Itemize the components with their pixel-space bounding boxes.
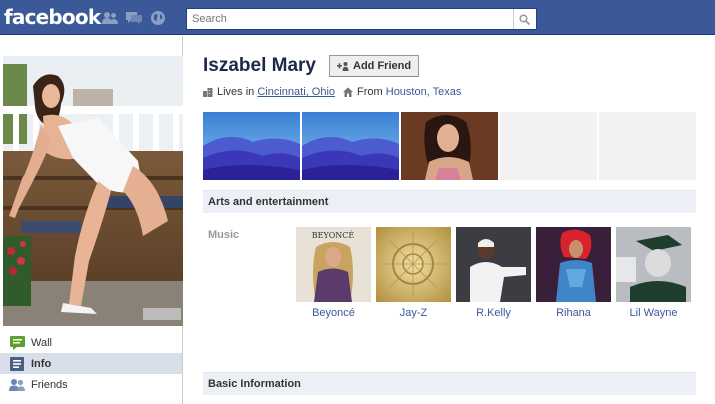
music-thumbnail[interactable]: BEYONCÉ <box>296 227 371 302</box>
profile-nav: Wall Info Friends <box>0 332 182 395</box>
sidebar-item-wall[interactable]: Wall <box>0 332 182 353</box>
photo-placeholder <box>500 112 597 180</box>
info-icon <box>9 356 25 371</box>
notification-jewels <box>101 9 167 26</box>
notifications-globe-icon[interactable] <box>149 9 167 26</box>
music-thumbnail[interactable] <box>536 227 611 302</box>
sidebar-item-friends[interactable]: Friends <box>0 374 182 395</box>
music-item-lil-wayne[interactable]: Lil Wayne <box>616 227 691 319</box>
photo-thumbnail[interactable] <box>203 112 300 180</box>
search-input[interactable] <box>187 9 513 29</box>
music-thumbnail[interactable] <box>616 227 691 302</box>
from-text: From <box>357 86 383 98</box>
add-friend-icon <box>337 61 349 71</box>
add-friend-button[interactable]: Add Friend <box>329 55 420 77</box>
photo-placeholder <box>599 112 696 180</box>
section-header-basic-info: Basic Information <box>203 372 696 395</box>
friends-icon <box>9 378 25 392</box>
music-name[interactable]: R.Kelly <box>476 307 511 319</box>
photo-thumbnail[interactable] <box>401 112 498 180</box>
music-name[interactable]: Beyoncé <box>312 307 355 319</box>
photo-thumbnail[interactable] <box>302 112 399 180</box>
add-friend-label: Add Friend <box>353 60 412 72</box>
profile-meta: Lives in Cincinnati, Ohio From Houston, … <box>203 86 461 98</box>
top-bar: facebook <box>0 0 715 35</box>
sidebar-item-info[interactable]: Info <box>0 353 182 374</box>
music-thumbnail[interactable] <box>376 227 451 302</box>
music-item-rihana[interactable]: Rihana <box>536 227 611 319</box>
section-header-arts: Arts and entertainment <box>203 190 696 213</box>
music-thumbnail[interactable] <box>456 227 531 302</box>
search-icon <box>519 13 530 25</box>
sidebar-item-label: Friends <box>31 378 68 391</box>
photo-strip <box>203 112 696 180</box>
search-box <box>186 8 537 30</box>
facebook-logo[interactable]: facebook <box>4 5 101 29</box>
music-name[interactable]: Lil Wayne <box>630 307 678 319</box>
profile-picture[interactable] <box>3 56 183 360</box>
sidebar-item-label: Info <box>31 357 52 370</box>
lives-in-text: Lives in <box>217 86 255 98</box>
messages-icon[interactable] <box>125 9 143 26</box>
album-cover-text: BEYONCÉ <box>312 231 355 240</box>
friend-requests-icon[interactable] <box>101 9 119 26</box>
profile-header: Iszabel Mary Add Friend <box>203 55 420 77</box>
music-label: Music <box>208 229 240 241</box>
city-icon <box>203 87 213 97</box>
music-item-r-kelly[interactable]: R.Kelly <box>456 227 531 319</box>
music-name[interactable]: Jay-Z <box>400 307 428 319</box>
current-city-link[interactable]: Cincinnati, Ohio <box>257 86 335 98</box>
left-column: Wall Info Friends <box>0 36 183 404</box>
hometown-link[interactable]: Houston, Texas <box>386 86 462 98</box>
music-name[interactable]: Rihana <box>556 307 591 319</box>
sidebar-item-label: Wall <box>31 336 52 349</box>
music-item-beyonce[interactable]: BEYONCÉ Beyoncé <box>296 227 371 319</box>
profile-name: Iszabel Mary <box>203 55 316 76</box>
search-button[interactable] <box>513 9 535 29</box>
wall-icon <box>9 335 25 350</box>
home-icon <box>343 87 354 97</box>
music-list: BEYONCÉ Beyoncé Jay-Z R.Kelly Rihana Lil… <box>296 227 691 319</box>
music-item-jay-z[interactable]: Jay-Z <box>376 227 451 319</box>
